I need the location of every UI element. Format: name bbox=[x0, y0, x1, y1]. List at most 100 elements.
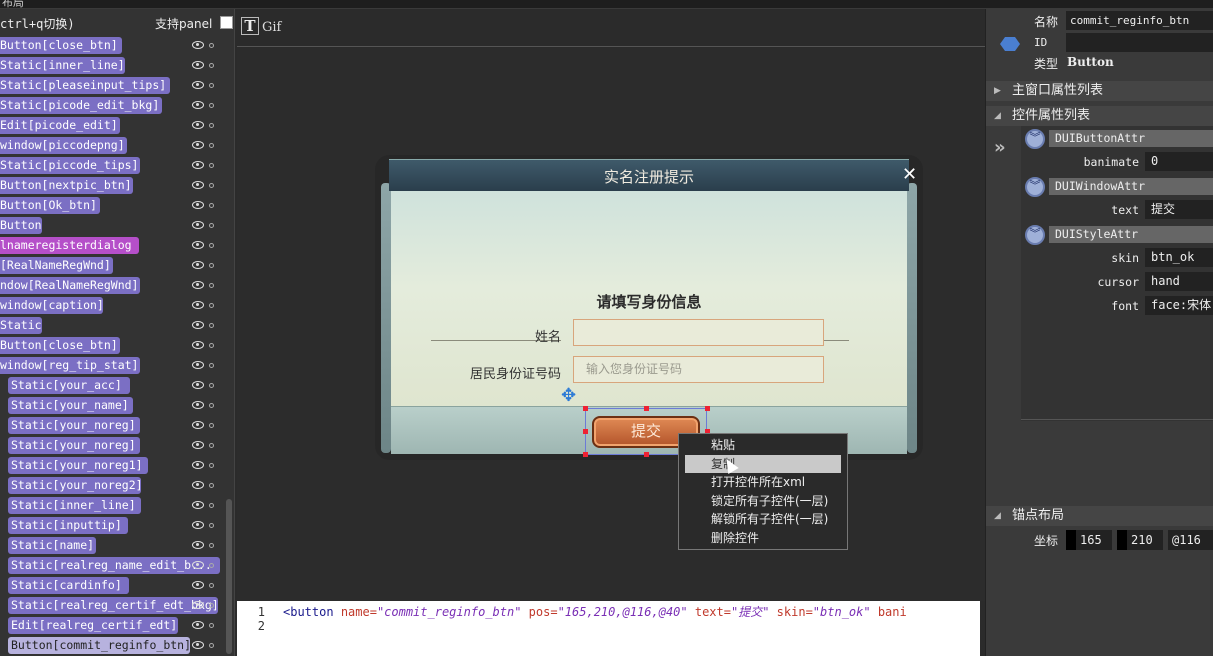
lock-toggle-icon[interactable] bbox=[209, 263, 214, 268]
anchor-section[interactable]: ◢ 锚点布局 bbox=[986, 506, 1213, 526]
support-panel-checkbox[interactable] bbox=[220, 16, 233, 29]
tree-item[interactable]: Static[inputtip] bbox=[8, 517, 128, 534]
text-tool-icon[interactable]: T bbox=[241, 17, 259, 35]
tree-item[interactable]: Button[nextpic_btn] bbox=[0, 177, 133, 194]
eye-icon[interactable] bbox=[192, 101, 204, 109]
lock-toggle-icon[interactable] bbox=[209, 283, 214, 288]
attr-group-button[interactable]: ︾ DUIButtonAttr bbox=[1025, 129, 1213, 149]
resize-handle[interactable] bbox=[583, 429, 588, 434]
lock-toggle-icon[interactable] bbox=[209, 643, 214, 648]
double-chevron-icon[interactable]: » bbox=[994, 137, 1006, 158]
tree-item[interactable]: Button[close_btn] bbox=[0, 37, 122, 54]
lock-toggle-icon[interactable] bbox=[209, 403, 214, 408]
lock-toggle-icon[interactable] bbox=[209, 463, 214, 468]
tree-item[interactable]: [RealNameRegWnd] bbox=[0, 257, 113, 274]
lock-toggle-icon[interactable] bbox=[209, 223, 214, 228]
eye-icon[interactable] bbox=[192, 361, 204, 369]
menu-item-open-xml[interactable]: 打开控件所在xml bbox=[679, 473, 847, 492]
menu-item-copy[interactable]: 复制 bbox=[685, 454, 841, 473]
lock-toggle-icon[interactable] bbox=[209, 503, 214, 508]
eye-icon[interactable] bbox=[192, 121, 204, 129]
id-input[interactable]: 输入您身份证号码 bbox=[573, 356, 824, 383]
eye-icon[interactable] bbox=[192, 581, 204, 589]
attr-value-banimate[interactable]: 0 bbox=[1145, 152, 1213, 171]
lock-toggle-icon[interactable] bbox=[209, 303, 214, 308]
eye-icon[interactable] bbox=[192, 181, 204, 189]
resize-handle[interactable] bbox=[705, 406, 710, 411]
attr-value-font[interactable]: face:宋体 bbox=[1145, 296, 1213, 315]
resize-handle[interactable] bbox=[644, 406, 649, 411]
eye-icon[interactable] bbox=[192, 641, 204, 649]
tree-item[interactable]: window[piccodepng] bbox=[0, 137, 127, 154]
eye-icon[interactable] bbox=[192, 501, 204, 509]
lock-toggle-icon[interactable] bbox=[209, 203, 214, 208]
attr-value-skin[interactable]: btn_ok bbox=[1145, 248, 1213, 267]
eye-icon[interactable] bbox=[192, 381, 204, 389]
lock-toggle-icon[interactable] bbox=[209, 163, 214, 168]
eye-icon[interactable] bbox=[192, 561, 204, 569]
main-window-section[interactable]: ▶ 主窗口属性列表 bbox=[986, 81, 1213, 101]
coord-x-input[interactable]: 165 bbox=[1066, 530, 1112, 550]
tree-item[interactable]: Static[your_noreg] bbox=[8, 437, 140, 454]
lock-toggle-icon[interactable] bbox=[209, 443, 214, 448]
tree-item[interactable]: Static[picode_edit_bkg] bbox=[0, 97, 162, 114]
lock-toggle-icon[interactable] bbox=[209, 523, 214, 528]
lock-toggle-icon[interactable] bbox=[209, 423, 214, 428]
eye-icon[interactable] bbox=[192, 401, 204, 409]
chevron-down-icon[interactable]: ︾ bbox=[1025, 129, 1045, 149]
eye-icon[interactable] bbox=[192, 341, 204, 349]
eye-icon[interactable] bbox=[192, 81, 204, 89]
id-field[interactable] bbox=[1066, 33, 1213, 52]
eye-icon[interactable] bbox=[192, 261, 204, 269]
eye-icon[interactable] bbox=[192, 541, 204, 549]
tree-item[interactable]: Button[close_btn] bbox=[0, 337, 120, 354]
tree-item[interactable]: Edit[realreg_certif_edt] bbox=[8, 617, 178, 634]
gif-button[interactable]: Gif bbox=[262, 20, 281, 35]
eye-icon[interactable] bbox=[192, 141, 204, 149]
eye-icon[interactable] bbox=[192, 281, 204, 289]
lock-toggle-icon[interactable] bbox=[209, 563, 214, 568]
chevron-down-icon[interactable]: ︾ bbox=[1025, 225, 1045, 245]
eye-icon[interactable] bbox=[192, 461, 204, 469]
tree-item[interactable]: Static[your_noreg2] bbox=[8, 477, 141, 494]
lock-toggle-icon[interactable] bbox=[209, 43, 214, 48]
tree-item[interactable]: Static[your_acc] bbox=[8, 377, 130, 394]
resize-handle[interactable] bbox=[583, 452, 588, 457]
code-line[interactable]: 2 bbox=[237, 619, 980, 635]
lock-toggle-icon[interactable] bbox=[209, 123, 214, 128]
tree-item[interactable]: Static bbox=[0, 317, 42, 334]
dialog-close-icon[interactable]: ✕ bbox=[902, 164, 917, 185]
resize-handle[interactable] bbox=[583, 406, 588, 411]
lock-toggle-icon[interactable] bbox=[209, 363, 214, 368]
eye-icon[interactable] bbox=[192, 201, 204, 209]
lock-toggle-icon[interactable] bbox=[209, 583, 214, 588]
tree-item[interactable]: Static[piccode_tips] bbox=[0, 157, 140, 174]
chevron-down-icon[interactable]: ︾ bbox=[1025, 177, 1045, 197]
realname-dialog-preview[interactable]: 实名注册提示 ✕ 请填写身份信息 姓名 居民身份证号码 输入您身份证号码 提交 … bbox=[375, 155, 923, 460]
lock-toggle-icon[interactable] bbox=[209, 83, 214, 88]
tree-item[interactable]: Static[inner_line] bbox=[0, 57, 125, 74]
attr-value-text[interactable]: 提交 bbox=[1145, 200, 1213, 219]
lock-toggle-icon[interactable] bbox=[209, 143, 214, 148]
eye-icon[interactable] bbox=[192, 601, 204, 609]
tree-item[interactable]: ndow[RealNameRegWnd] bbox=[0, 277, 140, 294]
menu-item-delete[interactable]: 删除控件 bbox=[679, 529, 847, 548]
eye-icon[interactable] bbox=[192, 161, 204, 169]
tree-item[interactable]: Static[pleaseinput_tips] bbox=[0, 77, 170, 94]
eye-icon[interactable] bbox=[192, 421, 204, 429]
tree-item[interactable]: window[reg_tip_stat] bbox=[0, 357, 140, 374]
tree-item[interactable]: lnameregisterdialog bbox=[0, 237, 139, 254]
eye-icon[interactable] bbox=[192, 301, 204, 309]
eye-icon[interactable] bbox=[192, 621, 204, 629]
name-field[interactable]: commit_reginfo_btn bbox=[1066, 11, 1213, 30]
tree-item[interactable]: Static[realreg_certif_edt_bkg] bbox=[8, 597, 218, 614]
tree-item[interactable]: Button[Ok_btn] bbox=[0, 197, 100, 214]
tree-item[interactable]: Static[your_noreg1] bbox=[8, 457, 148, 474]
tree-item[interactable]: Static[cardinfo] bbox=[8, 577, 129, 594]
lock-toggle-icon[interactable] bbox=[209, 483, 214, 488]
coord-y-input[interactable]: 210 bbox=[1117, 530, 1163, 550]
locate-icon[interactable] bbox=[1000, 37, 1020, 51]
attr-value-cursor[interactable]: hand bbox=[1145, 272, 1213, 291]
menu-item-lock-children[interactable]: 锁定所有子控件(一层) bbox=[679, 492, 847, 511]
coord-w-input[interactable]: @116 bbox=[1168, 530, 1213, 550]
